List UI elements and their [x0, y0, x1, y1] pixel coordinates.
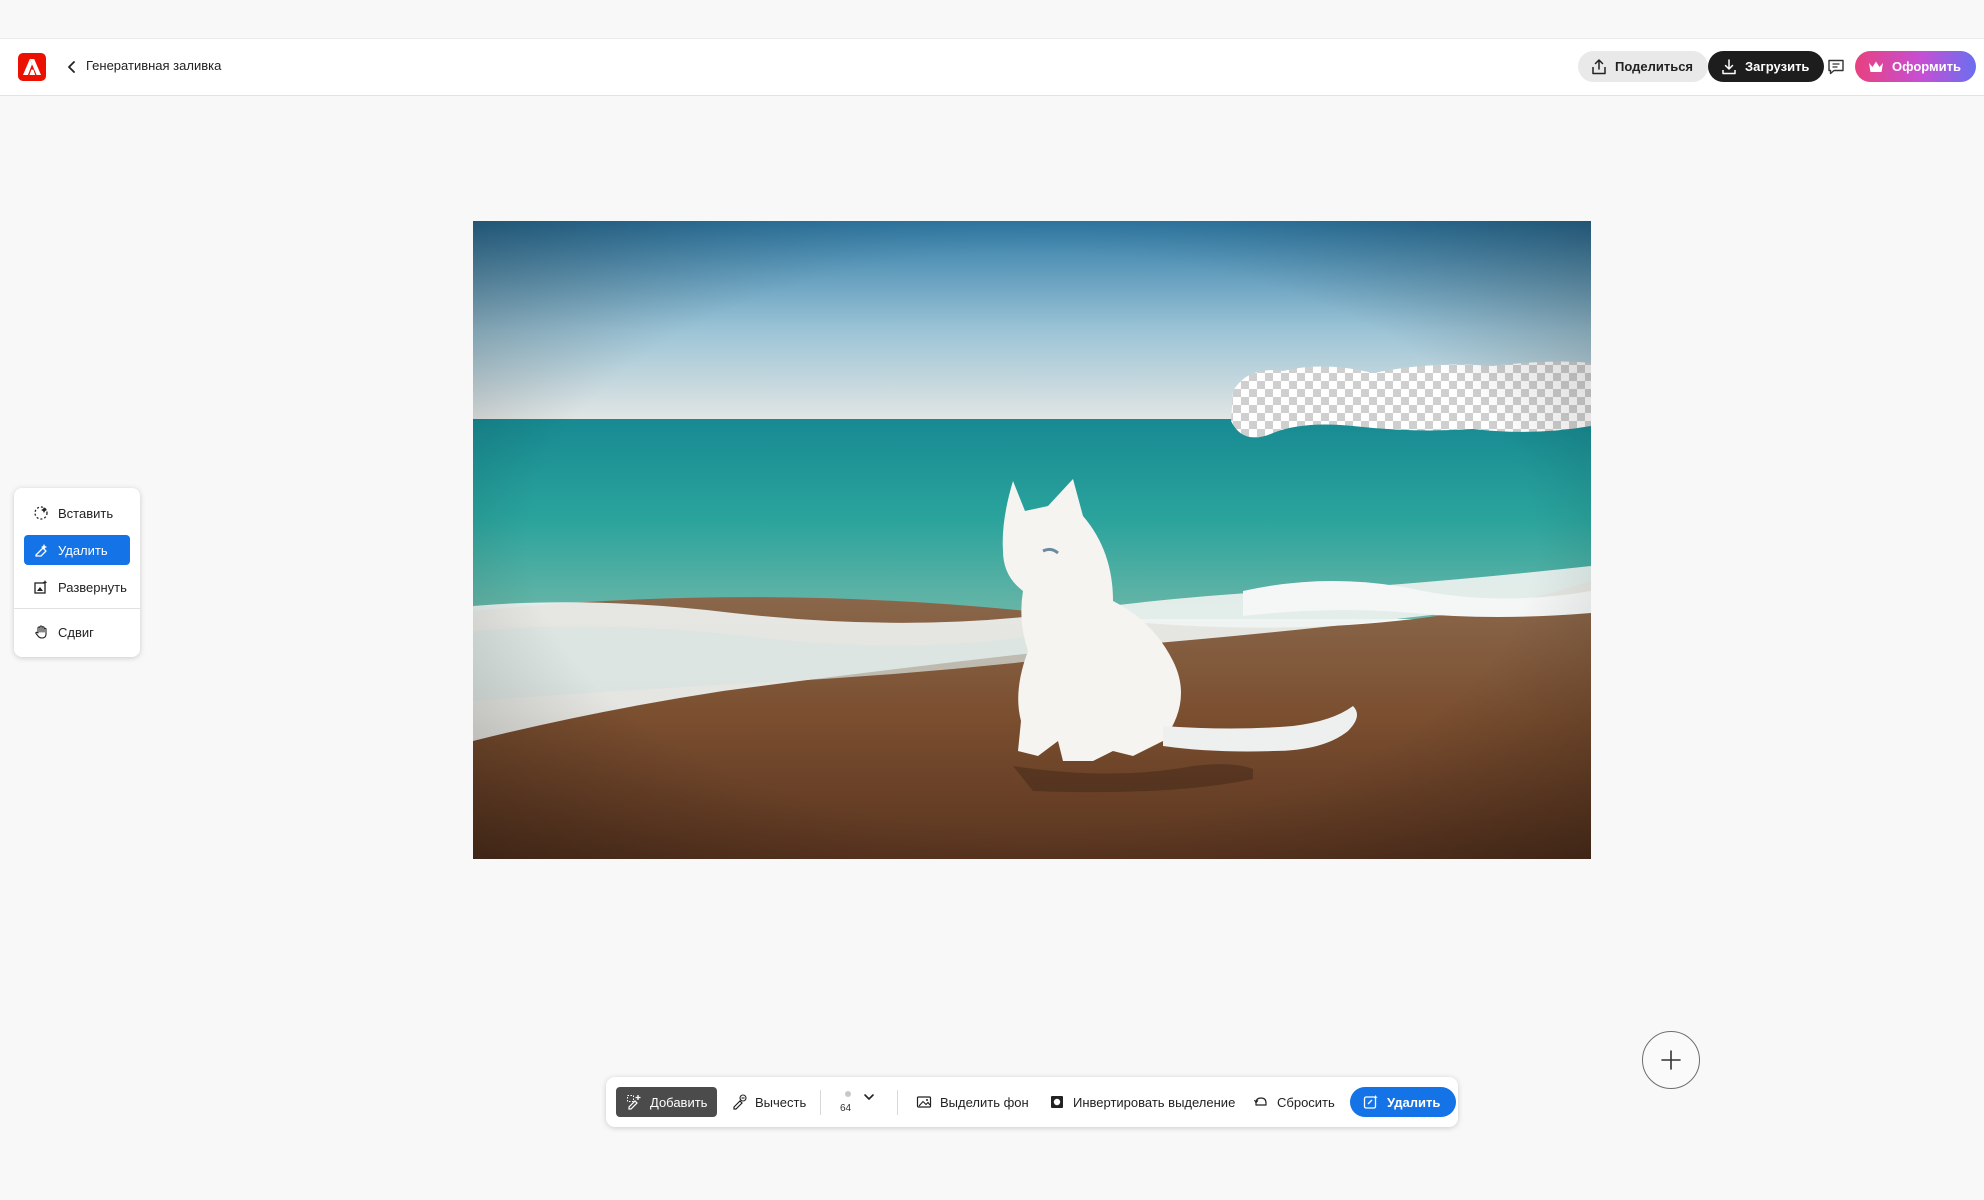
download-icon — [1722, 58, 1736, 74]
download-button[interactable]: Загрузить — [1708, 51, 1825, 82]
document-title: Генеративная заливка — [86, 58, 222, 73]
selection-toolbar: Добавить Вычесть 64 Выделить фон Инверти… — [606, 1077, 1458, 1127]
expand-label: Развернуть — [58, 579, 127, 595]
brush-preview — [845, 1091, 851, 1097]
remove-label: Удалить — [1387, 1094, 1441, 1110]
hand-tool[interactable]: Сдвиг — [24, 617, 130, 647]
insert-tool[interactable]: Вставить — [24, 498, 130, 528]
tools-divider — [14, 608, 140, 609]
remove-tool[interactable]: Удалить — [24, 535, 130, 565]
expand-tool[interactable]: Развернуть — [24, 572, 130, 602]
chevron-down-icon — [864, 1094, 874, 1100]
toolbar-divider — [897, 1090, 898, 1115]
reset-label: Сбросить — [1277, 1094, 1335, 1110]
subtract-selection-button[interactable]: Вычесть — [721, 1087, 816, 1117]
subscribe-label: Оформить — [1892, 59, 1961, 74]
reset-button[interactable]: Сбросить — [1243, 1087, 1345, 1117]
comments-button[interactable] — [1825, 56, 1847, 78]
add-selection-button[interactable]: Добавить — [616, 1087, 718, 1117]
remove-icon — [1363, 1095, 1378, 1109]
invert-icon — [1051, 1096, 1063, 1108]
crown-icon — [1869, 61, 1883, 72]
add-label: Добавить — [650, 1094, 708, 1110]
chevron-left-icon — [68, 61, 75, 73]
hand-icon — [35, 625, 47, 639]
select-background-label: Выделить фон — [940, 1094, 1029, 1110]
subscribe-button[interactable]: Оформить — [1855, 51, 1976, 82]
hand-label: Сдвиг — [58, 624, 94, 640]
subtract-label: Вычесть — [755, 1094, 807, 1110]
brush-add-icon — [627, 1095, 641, 1110]
remove-button[interactable]: Удалить — [1350, 1087, 1457, 1117]
share-icon — [1592, 58, 1606, 74]
add-button[interactable] — [1642, 1031, 1700, 1089]
top-bar: Генеративная заливка Поделиться Загрузит… — [0, 38, 1984, 96]
remove-icon — [35, 544, 47, 557]
back-button[interactable] — [62, 57, 82, 77]
share-button[interactable]: Поделиться — [1578, 51, 1709, 82]
image-icon — [916, 1096, 932, 1108]
adobe-logo-icon — [23, 59, 41, 75]
comment-icon — [1828, 59, 1844, 75]
invert-label: Инвертировать выделение — [1073, 1094, 1236, 1110]
expand-icon — [34, 580, 48, 594]
remove-label: Удалить — [58, 542, 108, 558]
adobe-logo[interactable] — [18, 53, 46, 81]
brush-subtract-icon — [733, 1094, 747, 1110]
beach-cat-image — [473, 221, 1591, 859]
insert-label: Вставить — [58, 505, 114, 521]
generative-fill-tools-panel: Вставить Удалить Развернуть Сдвиг — [14, 488, 140, 657]
download-label: Загрузить — [1745, 59, 1810, 74]
select-background-button[interactable]: Выделить фон — [906, 1087, 1039, 1117]
toolbar-divider — [820, 1090, 821, 1115]
canvas-image[interactable] — [473, 221, 1591, 859]
plus-icon — [1661, 1050, 1681, 1070]
reset-icon — [1253, 1097, 1267, 1106]
share-label: Поделиться — [1615, 59, 1694, 74]
insert-icon — [34, 506, 48, 520]
brush-size-dropdown[interactable]: 64 — [835, 1085, 881, 1119]
invert-selection-button[interactable]: Инвертировать выделение — [1039, 1087, 1245, 1117]
brush-size-value: 64 — [840, 1103, 852, 1114]
